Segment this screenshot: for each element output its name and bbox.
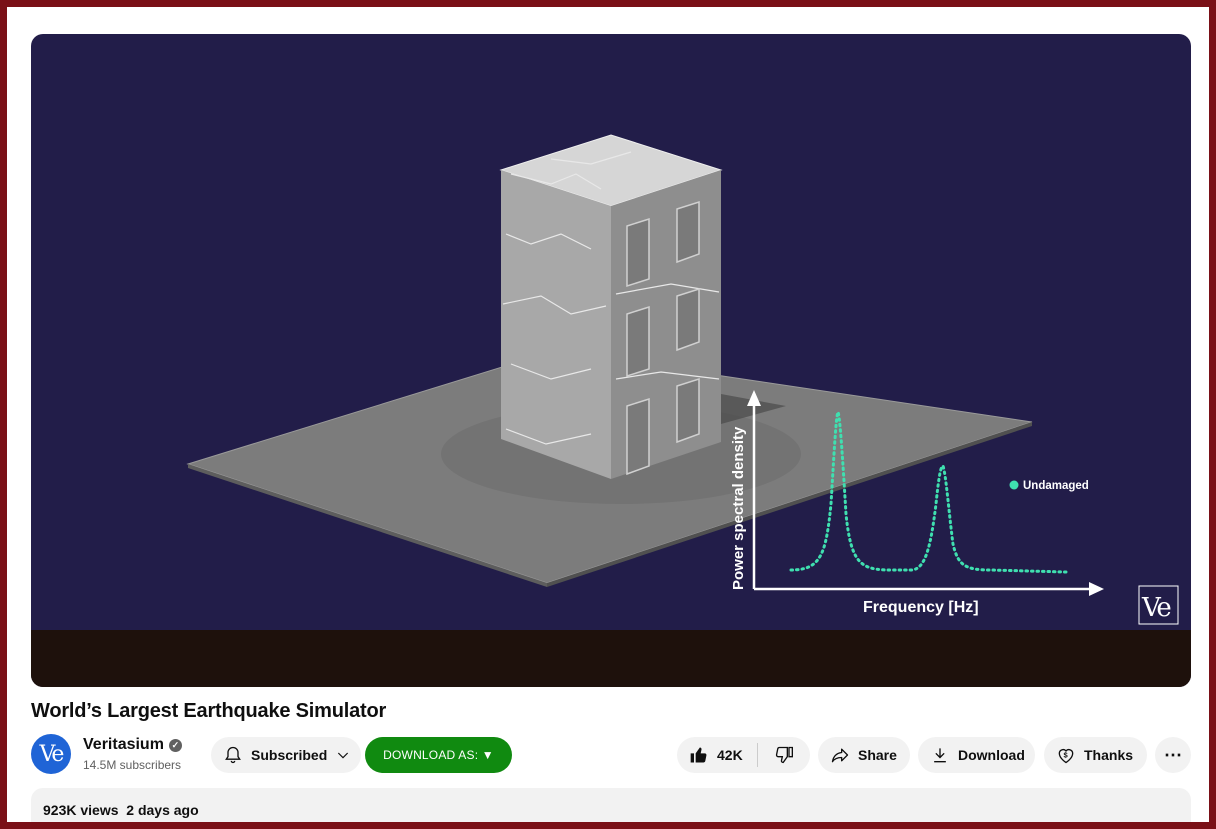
description-box[interactable]: 923K views 2 days ago xyxy=(31,788,1191,822)
download-label: Download xyxy=(958,747,1025,763)
subscriber-count: 14.5M subscribers xyxy=(83,758,182,772)
legend-dot xyxy=(1009,480,1019,490)
download-icon xyxy=(930,745,950,765)
subscribed-label: Subscribed xyxy=(251,747,328,763)
bell-icon xyxy=(223,745,243,765)
avatar-text: Ve xyxy=(39,741,65,767)
share-button[interactable]: Share xyxy=(818,737,910,773)
share-label: Share xyxy=(858,747,897,763)
video-title: World’s Largest Earthquake Simulator xyxy=(31,700,387,722)
channel-name-row[interactable]: Veritasium ✓ xyxy=(83,736,182,754)
like-button[interactable]: 42K xyxy=(677,737,757,773)
watermark-logo: Ve xyxy=(1141,593,1171,623)
video-frame: Undamaged Power spectral density Frequen… xyxy=(186,134,1179,625)
upload-date: 2 days ago xyxy=(126,802,199,818)
more-actions-button[interactable]: ⋯ xyxy=(1155,737,1191,773)
channel-avatar[interactable]: Ve xyxy=(31,734,71,774)
download-as-button[interactable]: DOWNLOAD AS: ▼ xyxy=(365,737,512,773)
download-as-label: DOWNLOAD AS: ▼ xyxy=(383,748,494,762)
page-frame: Undamaged Power spectral density Frequen… xyxy=(7,7,1209,822)
thumbs-up-icon xyxy=(689,745,709,765)
like-count: 42K xyxy=(717,747,743,763)
download-button[interactable]: Download xyxy=(918,737,1035,773)
chevron-down-icon xyxy=(335,747,351,763)
super-thanks-icon: $ xyxy=(1056,745,1076,765)
verified-badge-icon: ✓ xyxy=(168,738,182,752)
subscribed-button[interactable]: Subscribed xyxy=(211,737,361,773)
legend-label: Undamaged xyxy=(1023,480,1089,492)
svg-text:$: $ xyxy=(1064,751,1069,760)
y-axis-label: Power spectral density xyxy=(730,426,747,590)
video-player[interactable]: Undamaged Power spectral density Frequen… xyxy=(31,34,1191,687)
like-dislike-group: 42K xyxy=(677,737,810,773)
x-axis-label: Frequency [Hz] xyxy=(863,599,979,616)
channel-name[interactable]: Veritasium xyxy=(83,736,164,754)
thumbs-down-icon xyxy=(774,745,794,765)
dislike-button[interactable] xyxy=(758,737,810,773)
share-icon xyxy=(830,745,850,765)
view-count: 923K views xyxy=(43,802,119,818)
building-left-wall xyxy=(501,170,611,479)
video-meta: 923K views 2 days ago xyxy=(43,802,199,818)
thanks-button[interactable]: $ Thanks xyxy=(1044,737,1147,773)
thanks-label: Thanks xyxy=(1084,747,1134,763)
more-icon: ⋯ xyxy=(1164,744,1182,765)
video-bottom-strip xyxy=(31,630,1191,687)
